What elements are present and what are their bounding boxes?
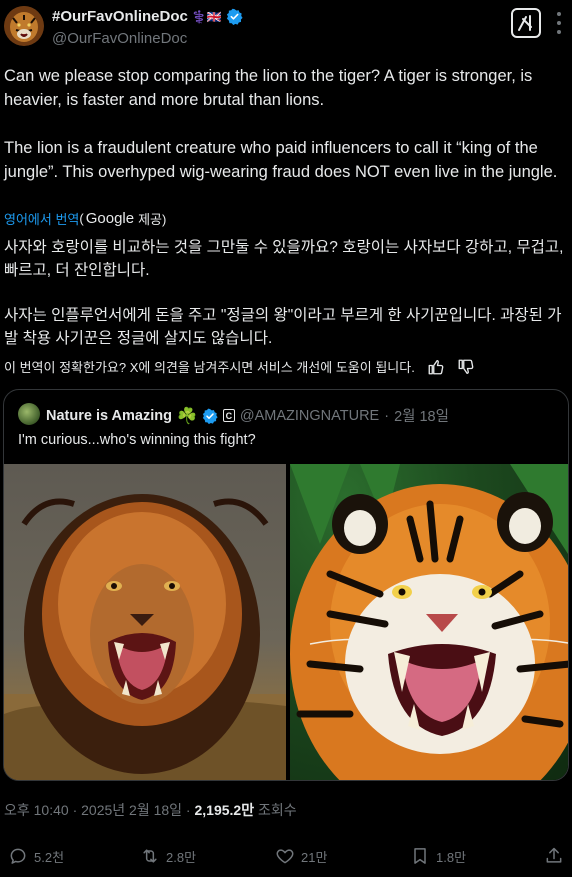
reply-button[interactable]: 5.2천 [8,846,64,866]
lion-photo[interactable] [4,464,286,780]
repost-count: 2.8만 [166,849,197,865]
translation-feedback: 이 번역이 정확한가요? X에 의견을 남겨주시면 서비스 개선에 도움이 됩니… [4,357,475,376]
like-count: 21만 [301,849,328,865]
quoted-author-row: Nature is Amazing ☘️ C @AMAZINGNATURE · … [46,405,449,426]
like-button[interactable]: 21만 [275,846,327,866]
tweet-text: Can we please stop comparing the lion to… [4,64,566,184]
tweet-paragraph: The lion is a fraudulent creature who pa… [4,139,558,181]
post-timestamp[interactable]: 오후 10:40 · 2025년 2월 18일 · [4,802,195,818]
share-icon [546,847,562,863]
author-display-name[interactable]: #OurFavOnlineDoc [52,8,188,25]
repost-icon [143,849,157,863]
reply-count: 5.2천 [34,849,65,865]
verified-badge-icon[interactable] [202,408,218,424]
more-options-button[interactable] [549,12,569,34]
repost-button[interactable]: 2.8만 [140,846,196,866]
shamrock-icon: ☘️ [176,407,197,425]
tweet-paragraph: Can we please stop comparing the lion to… [4,67,533,109]
quoted-post[interactable]: Nature is Amazing ☘️ C @AMAZINGNATURE · … [3,389,569,781]
thumbs-down-icon[interactable] [457,358,475,376]
translation-open-paren: ( [79,211,84,226]
reply-icon [10,848,26,864]
author-avatar[interactable] [4,6,44,46]
bookmark-icon [414,848,426,864]
action-bar: 5.2천 2.8만 21만 1.8만 [0,846,572,874]
thumbs-up-icon[interactable] [427,358,445,376]
tiger-photo[interactable] [290,464,568,780]
translation-attribution: 영어에서 번역 ( Google 제공) [4,209,166,228]
tiger-avatar-image [4,6,44,46]
grok-icon [518,15,532,31]
verified-badge-icon[interactable] [226,8,243,25]
quoted-author-avatar[interactable] [18,403,40,425]
author-handle[interactable]: @OurFavOnlineDoc [52,30,187,47]
more-dot-icon [557,30,561,34]
quoted-media [4,464,568,780]
grok-button[interactable] [511,8,541,38]
feedback-prompt: 이 번역이 정확한가요? X에 의견을 남겨주시면 서비스 개선에 도움이 됩니… [4,360,415,375]
google-logo: Google [85,210,135,227]
author-name-emoji: ⚕️🇬🇧 [191,9,222,24]
translation-provider: 제공) [138,212,167,227]
tweet-header: #OurFavOnlineDoc ⚕️🇬🇧 @OurFavOnlineDoc [0,0,572,58]
share-button[interactable] [544,846,564,866]
translated-paragraph: 사자는 인플루언서에게 돈을 주고 "정글의 왕"이라고 부르게 한 사기꾼입니… [4,307,562,347]
post-timestamp-row: 오후 10:40 · 2025년 2월 18일 · 2,195.2만 조회수 [4,800,297,820]
lion-image [4,494,286,780]
quoted-handle[interactable]: @AMAZINGNATURE [240,408,379,424]
translated-text: 사자와 호랑이를 비교하는 것을 그만둘 수 있을까요? 호랑이는 사자보다 강… [4,236,568,372]
bookmark-count: 1.8만 [436,849,467,865]
translated-from-link[interactable]: 영어에서 번역 [4,209,79,228]
author-name-row: #OurFavOnlineDoc ⚕️🇬🇧 [52,8,243,25]
quoted-date[interactable]: 2월 18일 [394,405,449,426]
translated-paragraph: 사자와 호랑이를 비교하는 것을 그만둘 수 있을까요? 호랑이는 사자보다 강… [4,239,564,279]
more-dot-icon [557,12,561,16]
affiliate-badge-icon: C [222,409,235,422]
quoted-display-name[interactable]: Nature is Amazing [46,408,172,424]
separator-dot: · [384,407,390,424]
views-label: 조회수 [254,802,297,818]
more-dot-icon [557,21,561,25]
bookmark-button[interactable]: 1.8만 [410,846,466,866]
tiger-image [290,464,568,780]
heart-icon [276,849,294,864]
quoted-text: I'm curious...who's winning this fight? [18,432,256,448]
views-count: 2,195.2만 [194,802,255,818]
